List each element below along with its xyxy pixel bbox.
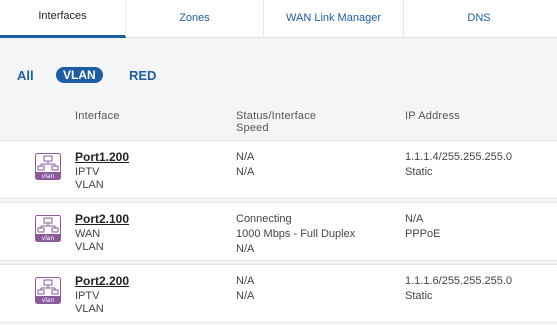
interface-link[interactable]: Port2.100 bbox=[75, 212, 129, 226]
interface-link[interactable]: Port2.200 bbox=[75, 274, 129, 288]
table-row: vlan Port2.200 IPTV VLAN N/A N/A 1.1.1.6… bbox=[0, 264, 557, 323]
tab-bar: Interfaces Zones WAN Link Manager DNS bbox=[0, 0, 557, 38]
filter-red[interactable]: RED bbox=[129, 68, 156, 83]
ip-address: N/A bbox=[405, 213, 424, 225]
tab-wan-link-manager-label: WAN Link Manager bbox=[286, 12, 381, 24]
vlan-icon-label: vlan bbox=[42, 235, 55, 242]
tab-interfaces[interactable]: Interfaces bbox=[0, 0, 126, 38]
tab-dns-label: DNS bbox=[467, 12, 491, 24]
ip-address: 1.1.1.4/255.255.255.0 bbox=[405, 151, 513, 163]
tab-zones-label: Zones bbox=[179, 12, 210, 24]
filter-vlan[interactable]: VLAN bbox=[56, 67, 103, 83]
table-row: vlan Port2.100 WAN VLAN Connecting 1000 … bbox=[0, 202, 557, 261]
interface-type: VLAN bbox=[75, 303, 104, 315]
tab-zones[interactable]: Zones bbox=[126, 0, 264, 37]
interface-status: N/A bbox=[236, 151, 255, 163]
interface-extra-status: N/A bbox=[236, 243, 255, 255]
vlan-icon-label: vlan bbox=[42, 297, 55, 304]
interface-speed: N/A bbox=[236, 290, 255, 302]
column-header-interface: Interface bbox=[75, 110, 120, 122]
interface-speed: N/A bbox=[236, 166, 255, 178]
filter-bar: All VLAN RED bbox=[0, 62, 557, 92]
vlan-icon: vlan bbox=[35, 215, 61, 242]
vlan-icon: vlan bbox=[35, 277, 61, 304]
tab-wan-link-manager[interactable]: WAN Link Manager bbox=[264, 0, 404, 37]
vlan-icon: vlan bbox=[35, 153, 61, 180]
vlan-icon-label: vlan bbox=[42, 173, 55, 180]
interface-status: Connecting bbox=[236, 213, 292, 225]
interface-zone: IPTV bbox=[75, 290, 100, 302]
column-header-ip-address: IP Address bbox=[405, 110, 460, 122]
interface-speed: 1000 Mbps - Full Duplex bbox=[236, 228, 356, 240]
tab-interfaces-label: Interfaces bbox=[38, 10, 87, 22]
table-row: vlan Port1.200 IPTV VLAN N/A N/A 1.1.1.4… bbox=[0, 140, 557, 199]
ip-mode: PPPoE bbox=[405, 228, 441, 240]
filter-all[interactable]: All bbox=[17, 68, 34, 83]
interface-zone: WAN bbox=[75, 228, 101, 240]
ip-address: 1.1.1.6/255.255.255.0 bbox=[405, 275, 513, 287]
tab-dns[interactable]: DNS bbox=[404, 0, 554, 37]
column-header-status: Status/Interface Speed bbox=[236, 110, 317, 134]
ip-mode: Static bbox=[405, 290, 433, 302]
interface-type: VLAN bbox=[75, 179, 104, 191]
interface-link[interactable]: Port1.200 bbox=[75, 150, 129, 164]
ip-mode: Static bbox=[405, 166, 433, 178]
interface-type: VLAN bbox=[75, 241, 104, 253]
interface-status: N/A bbox=[236, 275, 255, 287]
interface-zone: IPTV bbox=[75, 166, 100, 178]
